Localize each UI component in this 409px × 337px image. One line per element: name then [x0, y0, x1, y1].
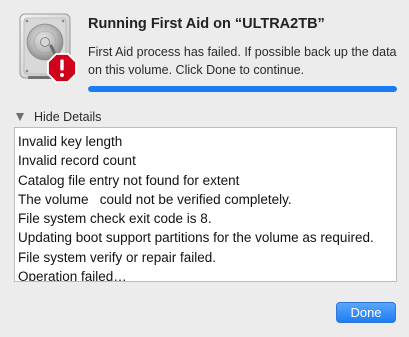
dialog-message: First Aid process has failed. If possibl… — [88, 45, 397, 77]
log-line: File system check exit code is 8. — [18, 211, 212, 227]
error-badge-icon — [47, 53, 77, 83]
hide-details-label: Hide Details — [34, 110, 102, 124]
progress-fill — [88, 86, 397, 92]
log-line: Operation failed… — [18, 269, 127, 282]
log-line: Invalid record count — [18, 153, 136, 169]
log-line: The volume could not be verified complet… — [18, 191, 292, 207]
log-line: Catalog file entry not found for extent — [18, 172, 240, 188]
hide-details-toggle[interactable]: Hide Details — [16, 109, 101, 125]
first-aid-dialog: Running First Aid on “ULTRA2TB” First Ai… — [0, 0, 409, 337]
progress-bar — [88, 86, 397, 92]
details-log[interactable]: Invalid key length Invalid record count … — [14, 127, 397, 282]
log-line: Invalid key length — [18, 134, 123, 149]
done-button[interactable]: Done — [336, 302, 396, 323]
log-line: Updating boot support partitions for the… — [18, 230, 374, 246]
dialog-title: Running First Aid on “ULTRA2TB” — [88, 16, 325, 32]
disclosure-triangle-icon[interactable] — [16, 113, 24, 121]
log-line: File system verify or repair failed. — [18, 249, 217, 265]
